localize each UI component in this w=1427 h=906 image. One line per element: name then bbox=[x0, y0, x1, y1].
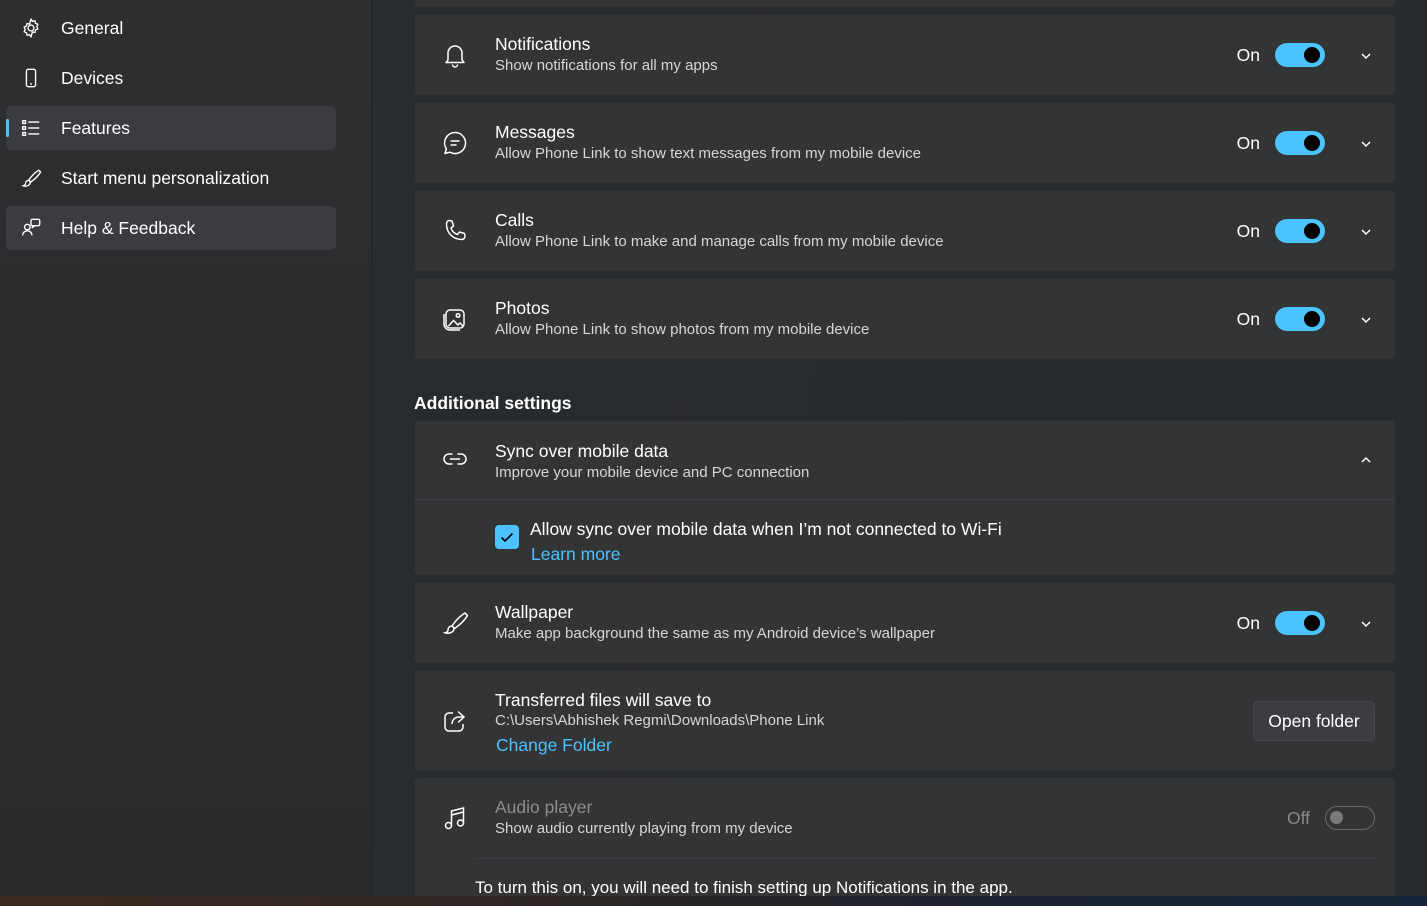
chevron-down-icon[interactable] bbox=[1359, 137, 1373, 151]
toggle-state-label: On bbox=[1236, 132, 1260, 153]
photos-toggle-group: On bbox=[1237, 307, 1325, 331]
sidebar: General Devices Features Start menu pers… bbox=[0, 0, 372, 896]
sidebar-item-features[interactable]: Features bbox=[6, 106, 336, 150]
sidebar-item-label: Features bbox=[61, 117, 131, 138]
music-note-icon bbox=[441, 804, 469, 832]
brush-icon bbox=[20, 167, 42, 189]
taskbar-edge bbox=[0, 896, 1427, 906]
sync-mobile-data-checkbox[interactable] bbox=[495, 525, 519, 549]
toggle-state-label: Off bbox=[1286, 807, 1310, 828]
audio-toggle-group: Off bbox=[1287, 806, 1375, 830]
sync-checkbox-label: Allow sync over mobile data when I’m not… bbox=[530, 519, 1002, 539]
setting-description: Allow Phone Link to show photos from my … bbox=[495, 321, 870, 338]
selection-indicator bbox=[6, 119, 9, 137]
phone-icon bbox=[20, 67, 42, 89]
list-icon bbox=[20, 117, 42, 139]
toggle-knob bbox=[1304, 615, 1320, 631]
link-icon bbox=[441, 445, 469, 473]
wallpaper-toggle[interactable] bbox=[1275, 611, 1325, 635]
audio-player-note: To turn this on, you will need to finish… bbox=[475, 878, 1013, 897]
chevron-down-icon[interactable] bbox=[1359, 225, 1373, 239]
photos-toggle[interactable] bbox=[1275, 307, 1325, 331]
audio-player-toggle[interactable] bbox=[1325, 806, 1375, 830]
brush-icon bbox=[441, 609, 469, 637]
chat-icon bbox=[441, 129, 469, 157]
sync-mobile-data-card: Sync over mobile data Improve your mobil… bbox=[414, 420, 1396, 576]
chevron-down-icon[interactable] bbox=[1359, 49, 1373, 63]
sidebar-item-label: General bbox=[61, 17, 124, 38]
calls-toggle-group: On bbox=[1237, 219, 1325, 243]
sidebar-item-label: Start menu personalization bbox=[61, 167, 270, 188]
photos-card[interactable]: Photos Allow Phone Link to show photos f… bbox=[414, 278, 1396, 360]
bell-icon bbox=[441, 41, 469, 69]
change-folder-link[interactable]: Change Folder bbox=[496, 735, 612, 756]
save-path: C:\Users\Abhishek Regmi\Downloads\Phone … bbox=[495, 712, 825, 729]
gear-icon bbox=[20, 17, 42, 39]
additional-settings-heading: Additional settings bbox=[414, 393, 572, 413]
toggle-knob bbox=[1330, 811, 1343, 824]
toggle-knob bbox=[1304, 311, 1320, 327]
chevron-down-icon[interactable] bbox=[1359, 617, 1373, 631]
setting-description: Show notifications for all my apps bbox=[495, 57, 718, 74]
toggle-knob bbox=[1304, 47, 1320, 63]
setting-title: Transferred files will save to bbox=[495, 690, 712, 710]
toggle-state-label: On bbox=[1236, 220, 1260, 241]
setting-description: Allow Phone Link to make and manage call… bbox=[495, 233, 944, 250]
transferred-files-card: Transferred files will save to C:\Users\… bbox=[414, 670, 1396, 771]
messages-toggle[interactable] bbox=[1275, 131, 1325, 155]
chevron-up-icon[interactable] bbox=[1359, 453, 1373, 467]
audio-player-card: Audio player Show audio currently playin… bbox=[414, 777, 1396, 906]
notifications-toggle[interactable] bbox=[1275, 43, 1325, 67]
notifications-toggle-group: On bbox=[1237, 43, 1325, 67]
toggle-knob bbox=[1304, 223, 1320, 239]
features-panel: Notifications Show notifications for all… bbox=[372, 0, 1427, 906]
share-icon bbox=[441, 707, 469, 735]
setting-title: Wallpaper bbox=[495, 602, 574, 622]
divider bbox=[475, 858, 1377, 859]
wallpaper-toggle-group: On bbox=[1237, 611, 1325, 635]
toggle-state-label: On bbox=[1236, 44, 1260, 65]
setting-title: Notifications bbox=[495, 34, 591, 54]
sidebar-item-devices[interactable]: Devices bbox=[6, 56, 336, 100]
chevron-down-icon[interactable] bbox=[1359, 313, 1373, 327]
setting-title: Photos bbox=[495, 298, 550, 318]
learn-more-link[interactable]: Learn more bbox=[531, 544, 621, 565]
toggle-state-label: On bbox=[1236, 308, 1260, 329]
messages-card[interactable]: Messages Allow Phone Link to show text m… bbox=[414, 102, 1396, 184]
notifications-card[interactable]: Notifications Show notifications for all… bbox=[414, 14, 1396, 96]
toggle-state-label: On bbox=[1236, 612, 1260, 633]
setting-description: Improve your mobile device and PC connec… bbox=[495, 464, 810, 481]
photos-icon bbox=[441, 305, 469, 333]
help-people-icon bbox=[20, 217, 42, 239]
calls-card[interactable]: Calls Allow Phone Link to make and manag… bbox=[414, 190, 1396, 272]
toggle-knob bbox=[1304, 135, 1320, 151]
setting-description: Allow Phone Link to show text messages f… bbox=[495, 145, 922, 162]
phone-call-icon bbox=[441, 217, 469, 245]
calls-toggle[interactable] bbox=[1275, 219, 1325, 243]
setting-title: Calls bbox=[495, 210, 534, 230]
sidebar-item-start-menu-personalization[interactable]: Start menu personalization bbox=[6, 156, 336, 200]
divider bbox=[415, 499, 1395, 500]
setting-description: Show audio currently playing from my dev… bbox=[495, 820, 793, 837]
wallpaper-card[interactable]: Wallpaper Make app background the same a… bbox=[414, 582, 1396, 664]
open-folder-button[interactable]: Open folder bbox=[1253, 701, 1375, 741]
setting-title: Messages bbox=[495, 122, 575, 142]
phone-link-settings-window: General Devices Features Start menu pers… bbox=[0, 0, 1427, 906]
sidebar-item-general[interactable]: General bbox=[6, 6, 336, 50]
setting-title: Sync over mobile data bbox=[495, 441, 669, 461]
sidebar-item-label: Help & Feedback bbox=[61, 217, 196, 238]
sidebar-item-help-feedback[interactable]: Help & Feedback bbox=[6, 206, 336, 250]
setting-description: Make app background the same as my Andro… bbox=[495, 625, 935, 642]
messages-toggle-group: On bbox=[1237, 131, 1325, 155]
setting-title: Audio player bbox=[495, 797, 593, 817]
previous-setting-card bbox=[414, 0, 1396, 8]
sidebar-item-label: Devices bbox=[61, 67, 124, 88]
sync-mobile-data-header[interactable]: Sync over mobile data Improve your mobil… bbox=[415, 421, 1395, 499]
